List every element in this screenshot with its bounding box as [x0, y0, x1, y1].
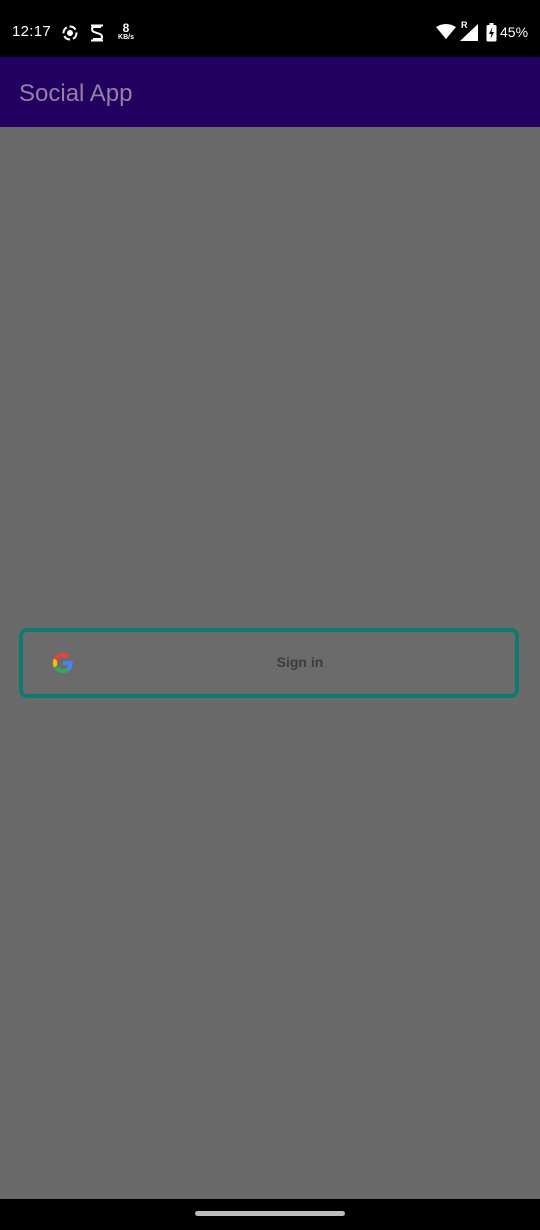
network-speed-unit: KB/s	[118, 34, 134, 41]
app-title: Social App	[19, 80, 133, 107]
network-speed: 8 KB/s	[116, 22, 136, 42]
s-app-icon	[90, 24, 104, 42]
screen: 12:17 8 KB/s R 45% Social App Sign in	[0, 0, 540, 1230]
status-bar: 12:17 8 KB/s R 45%	[0, 0, 540, 57]
battery-charging-icon	[486, 23, 497, 42]
network-speed-value: 8	[122, 21, 130, 35]
signal-icon	[460, 24, 478, 41]
google-sign-in-button[interactable]: Sign in	[19, 628, 519, 698]
home-gesture-handle[interactable]	[195, 1211, 345, 1216]
navigation-bar	[0, 1199, 540, 1230]
status-time: 12:17	[12, 23, 52, 40]
sign-in-label: Sign in	[276, 654, 324, 670]
screen-record-icon	[62, 25, 78, 41]
battery-percent: 45%	[500, 24, 529, 40]
wifi-icon	[436, 24, 456, 39]
